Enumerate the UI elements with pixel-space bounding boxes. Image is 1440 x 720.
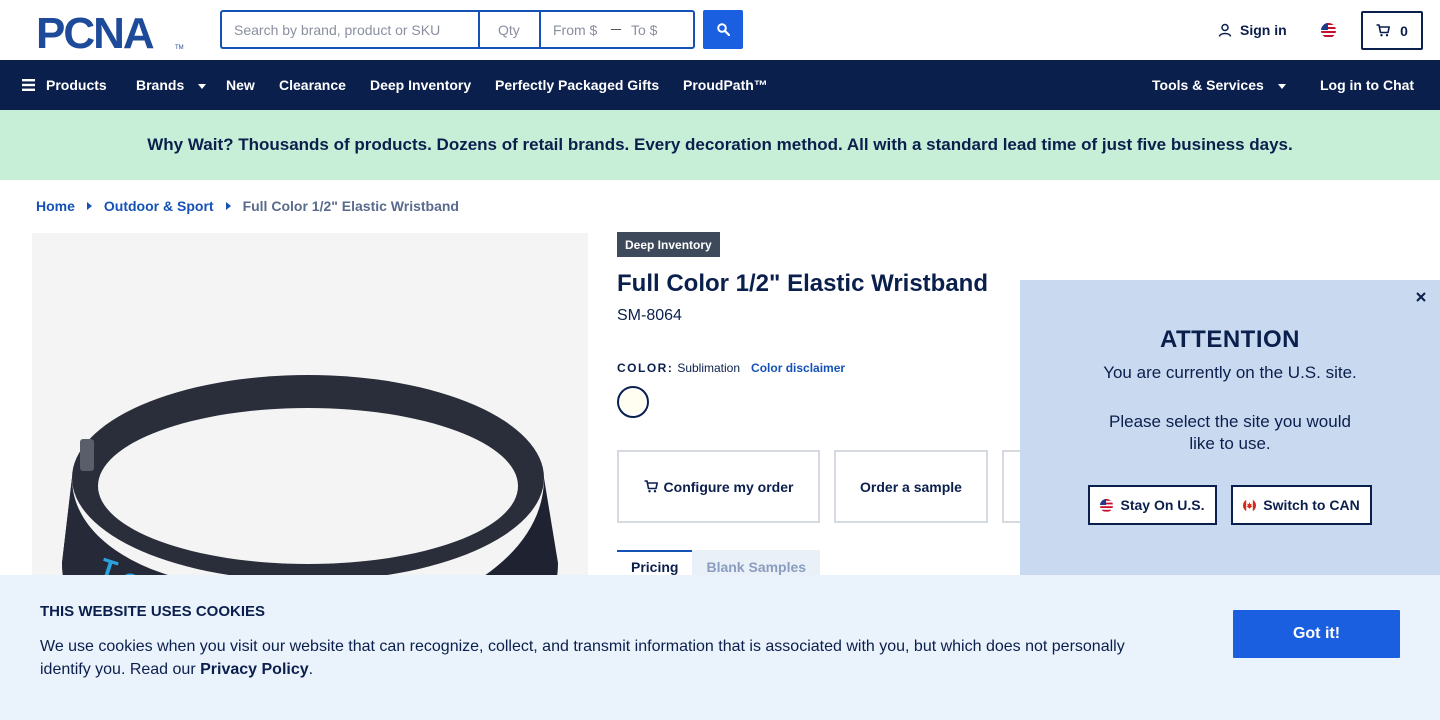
chat-label: Log in to Chat (1320, 77, 1415, 93)
price-from-input[interactable] (541, 12, 603, 47)
chevron-down-icon (1277, 83, 1286, 89)
privacy-policy-link[interactable]: Privacy Policy (200, 661, 309, 678)
breadcrumb-current: Full Color 1/2" Elastic Wristband (242, 198, 459, 214)
cookie-text: We use cookies when you visit our websit… (40, 635, 1150, 681)
product-tabs: Pricing Blank Samples (617, 550, 821, 575)
configure-order-label: Configure my order (663, 478, 794, 495)
nav-products[interactable]: Products (22, 60, 107, 110)
nav-proudpath-label: ProudPath™ (683, 77, 768, 93)
main-nav: Products Brands New Clearance Deep Inven… (0, 60, 1440, 110)
us-flag-icon (1100, 498, 1114, 512)
color-label: COLOR: (617, 361, 674, 375)
price-range (539, 10, 695, 49)
color-swatch-sublimation[interactable] (617, 386, 649, 418)
qty-input-wrapper (478, 10, 540, 49)
nav-tools-services[interactable]: Tools & Services (1152, 60, 1286, 110)
pcna-logo[interactable]: PCNA TM (36, 12, 184, 50)
popup-select-text-line2: like to use. (1189, 434, 1271, 453)
nav-brands-label: Brands (136, 77, 185, 93)
popup-select-text-line1: Please select the site you would (1109, 412, 1351, 431)
nav-gifts-label: Perfectly Packaged Gifts (495, 77, 660, 93)
sign-in-link[interactable]: Sign in (1218, 22, 1287, 38)
order-sample-label: Order a sample (860, 478, 962, 495)
cart-count: 0 (1400, 22, 1408, 39)
stay-on-us-button[interactable]: Stay On U.S. (1088, 485, 1217, 525)
popup-title: ATTENTION (1159, 326, 1301, 353)
price-range-dash (611, 29, 621, 30)
cookie-text-line1: We use cookies when you visit our websit… (40, 638, 1125, 655)
switch-to-can-button[interactable]: Switch to CAN (1231, 485, 1372, 525)
tab-blank-samples[interactable]: Blank Samples (692, 550, 821, 575)
cart-icon (644, 480, 658, 493)
order-sample-button[interactable]: Order a sample (834, 450, 988, 523)
breadcrumb-category[interactable]: Outdoor & Sport (104, 198, 214, 214)
color-disclaimer-link[interactable]: Color disclaimer (751, 361, 845, 375)
price-to-input[interactable] (631, 12, 693, 47)
hamburger-icon (22, 79, 35, 91)
search-input[interactable] (222, 12, 479, 47)
cookie-text-period: . (308, 661, 314, 678)
top-header: PCNA TM Sign in (0, 0, 1440, 60)
product-sku: SM-8064 (617, 307, 682, 324)
search-button[interactable] (703, 10, 743, 49)
nav-products-label: Products (46, 77, 107, 93)
stay-on-us-label: Stay On U.S. (1120, 497, 1205, 513)
logo-text: PCNA (36, 12, 154, 50)
promo-banner-text: Why Wait? Thousands of products. Dozens … (147, 135, 1293, 154)
cookie-title: THIS WEBSITE USES COOKIES (40, 603, 266, 620)
nav-clearance[interactable]: Clearance (279, 60, 346, 110)
sign-in-label: Sign in (1240, 22, 1287, 38)
breadcrumb-home[interactable]: Home (36, 198, 75, 214)
nav-brands[interactable]: Brands (136, 60, 207, 110)
svg-text:TM: TM (175, 45, 184, 50)
color-row: COLOR: Sublimation Color disclaimer (617, 361, 845, 375)
breadcrumb-arrow-icon (86, 202, 92, 210)
nav-deep-inventory-label: Deep Inventory (370, 77, 472, 93)
log-in-to-chat-link[interactable]: Log in to Chat (1320, 60, 1414, 110)
product-title: Full Color 1/2" Elastic Wristband (617, 270, 989, 297)
tab-pricing[interactable]: Pricing (617, 550, 693, 575)
us-flag-icon[interactable] (1321, 23, 1336, 38)
cookie-text-line2: identify you. Read our (40, 661, 196, 678)
qty-input[interactable] (480, 12, 540, 47)
canada-flag-icon (1243, 498, 1257, 512)
nav-new[interactable]: New (226, 60, 255, 110)
switch-to-can-label: Switch to CAN (1263, 497, 1360, 513)
nav-clearance-label: Clearance (279, 77, 346, 93)
user-icon (1218, 23, 1232, 37)
nav-perfectly-packaged-gifts[interactable]: Perfectly Packaged Gifts (495, 60, 659, 110)
nav-deep-inventory[interactable]: Deep Inventory (370, 60, 471, 110)
got-it-button[interactable]: Got it! (1233, 610, 1400, 658)
search-icon (716, 23, 730, 36)
nav-proudpath[interactable]: ProudPath™ (683, 60, 768, 110)
search-input-wrapper (220, 10, 479, 49)
chevron-down-icon (198, 83, 207, 89)
promo-banner: Why Wait? Thousands of products. Dozens … (0, 110, 1440, 180)
cart-button[interactable]: 0 (1361, 11, 1423, 50)
nav-new-label: New (226, 77, 255, 93)
cart-icon (1376, 24, 1391, 37)
deep-inventory-badge: Deep Inventory (617, 232, 720, 257)
breadcrumb: Home Outdoor & Sport Full Color 1/2" Ela… (36, 198, 459, 214)
nav-tools-label: Tools & Services (1152, 77, 1264, 93)
configure-order-button[interactable]: Configure my order (617, 450, 820, 523)
color-value: Sublimation (677, 361, 741, 375)
popup-current-site-text: You are currently on the U.S. site. (1103, 363, 1357, 382)
close-icon[interactable] (1414, 290, 1428, 304)
breadcrumb-arrow-icon (225, 202, 231, 210)
